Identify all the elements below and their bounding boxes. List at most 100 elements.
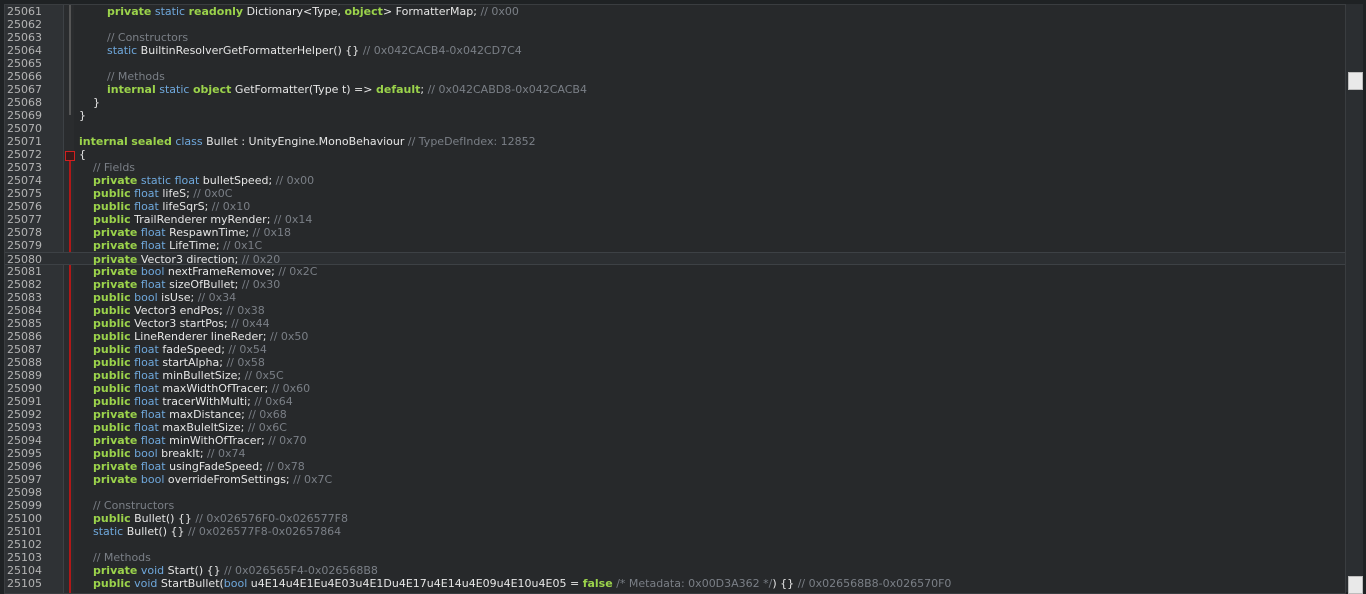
scrollbar-thumb[interactable]: [1348, 72, 1363, 90]
code-line[interactable]: 25067 internal static object GetFormatte…: [5, 83, 1345, 96]
line-number: 25103: [7, 551, 42, 564]
code-line[interactable]: 25086 public LineRenderer lineReder; // …: [5, 330, 1345, 343]
code-line[interactable]: 25099 // Constructors: [5, 499, 1345, 512]
text-token: LifeTime;: [165, 239, 224, 252]
text-token: Bullet() {}: [123, 525, 188, 538]
comment-token: // 0x34: [197, 291, 237, 304]
line-number: 25076: [7, 200, 42, 213]
text-token: sizeOfBullet;: [165, 278, 242, 291]
code-line[interactable]: 25094 private float minWithOfTracer; // …: [5, 434, 1345, 447]
code-line[interactable]: 25070: [5, 122, 1345, 135]
code-text: public bool breakIt; // 0x74: [79, 447, 245, 460]
code-line[interactable]: 25082 private float sizeOfBullet; // 0x3…: [5, 278, 1345, 291]
code-editor[interactable]: 25061 private static readonly Dictionary…: [4, 4, 1346, 594]
code-line[interactable]: 25104 private void Start() {} // 0x02656…: [5, 564, 1345, 577]
comment-token: // 0x14: [273, 213, 313, 226]
line-number: 25072: [7, 148, 42, 161]
code-line[interactable]: 25102: [5, 538, 1345, 551]
text-token: isUse;: [157, 291, 198, 304]
code-line[interactable]: 25100 public Bullet() {} // 0x026576F0-0…: [5, 512, 1345, 525]
current-line[interactable]: 25080 private Vector3 direction; // 0x20: [5, 252, 1345, 266]
code-line[interactable]: 25062: [5, 18, 1345, 31]
keyword-token: public: [93, 291, 131, 304]
text-token: GetFormatter(Type t) =>: [231, 83, 376, 96]
code-line[interactable]: 25105 public void StartBullet(bool u4E14…: [5, 577, 1345, 590]
code-line[interactable]: 25061 private static readonly Dictionary…: [5, 5, 1345, 18]
line-number: 25082: [7, 278, 42, 291]
text-token: }: [79, 109, 86, 122]
type-token: float: [134, 369, 159, 382]
code-line[interactable]: 25087 public float fadeSpeed; // 0x54: [5, 343, 1345, 356]
line-number: 25100: [7, 512, 42, 525]
code-line[interactable]: 25101 static Bullet() {} // 0x026577F8-0…: [5, 525, 1345, 538]
code-line[interactable]: 25066 // Methods: [5, 70, 1345, 83]
keyword-token: private: [93, 434, 138, 447]
code-text: public float tracerWithMulti; // 0x64: [79, 395, 293, 408]
code-line[interactable]: 25095 public bool breakIt; // 0x74: [5, 447, 1345, 460]
scroll-down-button[interactable]: [1348, 576, 1363, 594]
type-token: float: [134, 421, 159, 434]
text-token: {: [79, 148, 86, 161]
code-line[interactable]: 25071 internal sealed class Bullet : Unit…: [5, 135, 1345, 148]
comment-token: // 0x042CABD8-0x042CACB4: [427, 83, 587, 96]
code-line[interactable]: 25064 static BuiltinResolverGetFormatter…: [5, 44, 1345, 57]
keyword-token: sealed: [131, 135, 172, 148]
comment-token: // 0x042CACB4-0x042CD7C4: [362, 44, 522, 57]
code-line[interactable]: 25075 public float lifeS; // 0x0C: [5, 187, 1345, 200]
line-number: 25089: [7, 369, 42, 382]
text-token: Dictionary<Type,: [243, 5, 345, 18]
code-line[interactable]: 25073 // Fields: [5, 161, 1345, 174]
text-token: maxWidthOfTracer;: [158, 382, 272, 395]
text-token: tracerWithMulti;: [158, 395, 255, 408]
text-token: breakIt;: [157, 447, 208, 460]
code-line[interactable]: 25063 // Constructors: [5, 31, 1345, 44]
code-line[interactable]: 25074 private static float bulletSpeed; …: [5, 174, 1345, 187]
code-line[interactable]: 25065: [5, 57, 1345, 70]
text-token: usingFadeSpeed;: [165, 460, 267, 473]
line-number: 25099: [7, 499, 42, 512]
vertical-scrollbar[interactable]: [1345, 4, 1363, 594]
code-line[interactable]: 25083 public bool isUse; // 0x34: [5, 291, 1345, 304]
code-line[interactable]: 25093 public float maxBuleltSize; // 0x6…: [5, 421, 1345, 434]
code-line[interactable]: 25068 }: [5, 96, 1345, 109]
code-line[interactable]: 25078 private float RespawnTime; // 0x18: [5, 226, 1345, 239]
keyword-token: public: [93, 213, 131, 226]
keyword-token: default: [375, 83, 421, 96]
type-token: static: [140, 174, 172, 187]
code-line[interactable]: 25088 public float startAlpha; // 0x58: [5, 356, 1345, 369]
code-line[interactable]: 25090 public float maxWidthOfTracer; // …: [5, 382, 1345, 395]
code-line[interactable]: 25079 private float LifeTime; // 0x1C: [5, 239, 1345, 252]
comment-token: // 0x54: [228, 343, 267, 356]
comment-token: /* Metadata: 0x00D3A362 */: [616, 577, 773, 590]
code-text: public float maxBuleltSize; // 0x6C: [79, 421, 287, 434]
code-line[interactable]: 25081 private bool nextFrameRemove; // 0…: [5, 265, 1345, 278]
code-line[interactable]: 25091 public float tracerWithMulti; // 0…: [5, 395, 1345, 408]
code-line[interactable]: 25069}: [5, 109, 1345, 122]
line-number: 25063: [7, 31, 42, 44]
code-line[interactable]: 25096 private float usingFadeSpeed; // 0…: [5, 460, 1345, 473]
code-line[interactable]: 25103 // Methods: [5, 551, 1345, 564]
line-number: 25102: [7, 538, 42, 551]
comment-token: // TypeDefIndex: 12852: [407, 135, 536, 148]
code-line[interactable]: 25085 public Vector3 startPos; // 0x44: [5, 317, 1345, 330]
code-text: // Fields: [79, 161, 135, 174]
code-line[interactable]: 25072 {: [5, 148, 1345, 161]
keyword-token: private: [93, 226, 138, 239]
code-line[interactable]: 25084 public Vector3 endPos; // 0x38: [5, 304, 1345, 317]
code-text: // Constructors: [79, 31, 188, 44]
text-token: Bullet() {}: [130, 512, 196, 525]
line-number: 25067: [7, 83, 42, 96]
code-line[interactable]: 25097 private bool overrideFromSettings;…: [5, 473, 1345, 486]
code-line[interactable]: 25092 private float maxDistance; // 0x68: [5, 408, 1345, 421]
code-line[interactable]: 25098: [5, 486, 1345, 499]
code-line[interactable]: 25076 public float lifeSqrS; // 0x10: [5, 200, 1345, 213]
code-line[interactable]: 25089 public float minBulletSize; // 0x5…: [5, 369, 1345, 382]
code-line[interactable]: 25077 public TrailRenderer myRender; // …: [5, 213, 1345, 226]
